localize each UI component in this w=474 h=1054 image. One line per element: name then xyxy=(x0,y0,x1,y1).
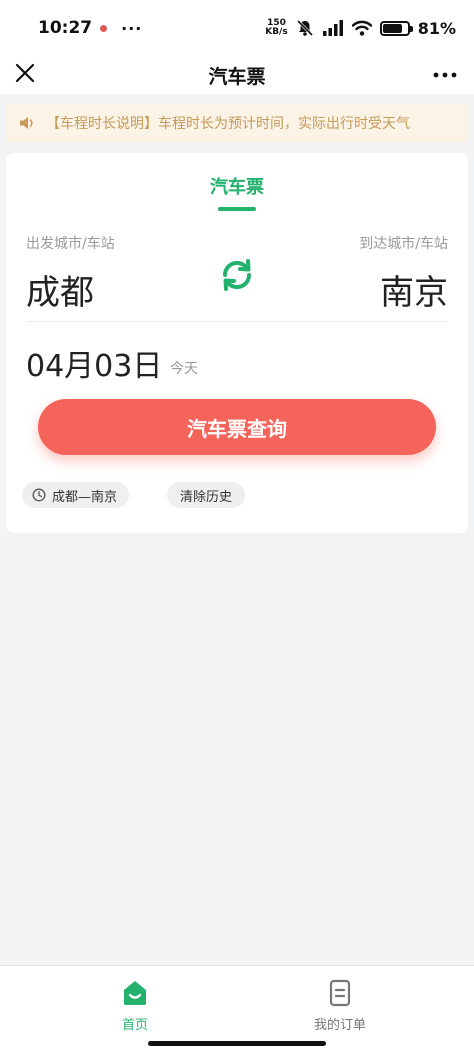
nav-bar: 汽车票 xyxy=(0,56,474,94)
tab-orders[interactable]: 我的订单 xyxy=(300,978,380,1033)
date-weekday: 今天 xyxy=(170,361,198,377)
status-indicators: 150 KB/s 81% xyxy=(265,19,456,38)
notification-dot-icon xyxy=(100,24,108,32)
status-time: 10:27 xyxy=(38,18,93,38)
search-button[interactable]: 汽车票查询 xyxy=(38,399,436,455)
tab-underline xyxy=(218,207,256,211)
battery-icon xyxy=(379,20,413,36)
status-more: ··· xyxy=(121,18,143,38)
history-chip[interactable]: 成都—南京 xyxy=(22,482,130,508)
battery-fill xyxy=(382,23,403,33)
page-title: 汽车票 xyxy=(208,65,266,88)
network-speed-unit: KB/s xyxy=(265,27,288,37)
tab-label: 汽车票 xyxy=(210,177,264,198)
close-icon[interactable] xyxy=(12,60,38,86)
search-card: 汽车票 出发城市/车站 到达城市/车站 成都 南京 04月03日 今天 汽车票查… xyxy=(6,153,468,533)
from-city[interactable]: 成都 xyxy=(26,265,94,314)
tab-orders-label: 我的订单 xyxy=(313,1018,366,1033)
departure-date[interactable]: 04月03日 xyxy=(26,341,162,385)
home-indicator xyxy=(148,1041,326,1046)
orders-icon xyxy=(329,979,351,1007)
to-label: 到达城市/车站 xyxy=(359,236,448,252)
wifi-icon xyxy=(351,20,372,36)
to-city[interactable]: 南京 xyxy=(380,265,448,314)
clear-history-button[interactable]: 清除历史 xyxy=(167,482,246,508)
notice-banner[interactable]: 【车程时长说明】车程时长为预计时间，实际出行时受天气 xyxy=(6,104,468,142)
battery-percent: 81% xyxy=(417,18,456,38)
tab-home-label: 首页 xyxy=(121,1018,148,1033)
divider xyxy=(26,321,448,322)
tab-home[interactable]: 首页 xyxy=(95,978,175,1033)
more-icon[interactable] xyxy=(432,62,458,88)
clock-icon xyxy=(32,488,46,502)
from-label: 出发城市/车站 xyxy=(26,236,115,252)
signal-icon xyxy=(322,20,343,36)
notice-text: 【车程时长说明】车程时长为预计时间，实际出行时受天气 xyxy=(46,116,410,132)
tab-bus-ticket[interactable]: 汽车票 xyxy=(6,173,468,199)
status-bar: 10:27 ··· 150 KB/s 81% xyxy=(0,0,474,56)
clear-history-label: 清除历史 xyxy=(180,489,233,505)
mute-icon xyxy=(296,19,313,37)
swap-icon[interactable] xyxy=(218,256,256,294)
speaker-icon xyxy=(20,117,33,129)
history-chip-label: 成都—南京 xyxy=(52,489,118,505)
network-speed: 150 KB/s xyxy=(265,19,287,37)
home-icon xyxy=(124,981,146,1005)
